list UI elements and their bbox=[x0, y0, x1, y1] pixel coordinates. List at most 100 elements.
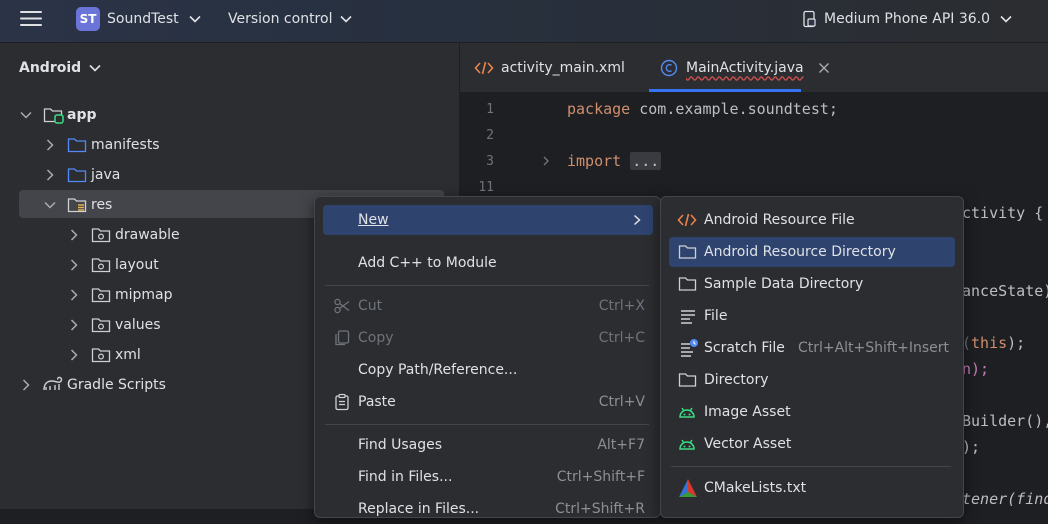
tree-item-java[interactable]: java bbox=[0, 161, 459, 189]
fold-expand-icon[interactable] bbox=[540, 155, 552, 167]
chevron-down-icon[interactable] bbox=[19, 108, 33, 122]
title-bar: ST SoundTest Version control Medium Phon… bbox=[0, 0, 1048, 43]
menu-separator bbox=[325, 285, 649, 286]
tab-label: MainActivity.java bbox=[686, 59, 804, 76]
menu-item-find-usages[interactable]: Find Usages Alt+F7 bbox=[323, 430, 653, 460]
device-selector[interactable]: Medium Phone API 36.0 bbox=[800, 0, 1012, 38]
menu-item-shortcut: Ctrl+X bbox=[598, 298, 645, 314]
chevron-down-icon[interactable] bbox=[43, 198, 57, 212]
java-class-icon bbox=[660, 59, 678, 77]
chevron-right-icon[interactable] bbox=[67, 228, 81, 242]
gradle-icon bbox=[42, 375, 63, 393]
menu-item-label: Android Resource Directory bbox=[704, 244, 896, 260]
device-icon bbox=[800, 10, 818, 28]
menu-item-paste[interactable]: Paste Ctrl+V bbox=[323, 387, 653, 417]
folder-icon bbox=[678, 275, 697, 293]
version-control-menu[interactable]: Version control bbox=[228, 0, 353, 38]
submenu-item-sample-data-directory[interactable]: Sample Data Directory bbox=[669, 269, 955, 299]
menu-item-replace-in-files[interactable]: Replace in Files... Ctrl+Shift+R bbox=[323, 494, 653, 524]
tree-item-manifests[interactable]: manifests bbox=[0, 131, 459, 159]
tree-item-label: java bbox=[91, 167, 121, 183]
android-icon bbox=[678, 435, 696, 453]
project-view-selector[interactable]: Android bbox=[19, 60, 101, 76]
project-view-label: Android bbox=[19, 60, 82, 76]
submenu-item-scratch-file[interactable]: Scratch File Ctrl+Alt+Shift+Insert bbox=[669, 333, 955, 363]
code-keyword: this bbox=[971, 334, 1008, 352]
chevron-down-icon bbox=[1000, 15, 1012, 23]
submenu-item-android-resource-directory[interactable]: Android Resource Directory bbox=[669, 237, 955, 267]
menu-item-label: Image Asset bbox=[704, 404, 791, 420]
menu-item-label: Find in Files... bbox=[358, 469, 453, 485]
line-number: 2 bbox=[486, 128, 494, 143]
package-folder-icon bbox=[91, 346, 111, 364]
code-fragment: n); bbox=[962, 360, 989, 378]
project-badge[interactable]: ST bbox=[76, 7, 100, 31]
code-line[interactable]: package com.example.soundtest; bbox=[567, 100, 838, 118]
active-tab-indicator bbox=[649, 89, 801, 92]
package-folder-icon bbox=[91, 286, 111, 304]
menu-item-label: CMakeLists.txt bbox=[704, 480, 807, 496]
submenu-item-directory[interactable]: Directory bbox=[669, 365, 955, 395]
new-submenu: Android Resource File Android Resource D… bbox=[660, 196, 964, 518]
tree-item-app[interactable]: app bbox=[0, 101, 459, 129]
chevron-right-icon[interactable] bbox=[43, 168, 57, 182]
folder-icon bbox=[67, 166, 87, 184]
menu-item-add-cpp-to-module[interactable]: Add C++ to Module bbox=[323, 248, 653, 278]
menu-item-copy-path-reference[interactable]: Copy Path/Reference... bbox=[323, 355, 653, 385]
code-keyword: import bbox=[567, 152, 622, 170]
folder-icon bbox=[678, 371, 697, 389]
menu-item-label: Vector Asset bbox=[704, 436, 792, 452]
tree-item-label: xml bbox=[115, 347, 141, 363]
menu-item-label: Directory bbox=[704, 372, 769, 388]
project-selector[interactable]: SoundTest bbox=[107, 0, 201, 38]
main-menu-icon[interactable] bbox=[14, 6, 48, 32]
chevron-down-icon bbox=[189, 15, 201, 23]
code-fragment: anceState) bbox=[962, 282, 1048, 300]
resource-folder-icon bbox=[67, 196, 87, 214]
line-number: 11 bbox=[478, 180, 494, 195]
chevron-right-icon[interactable] bbox=[67, 348, 81, 362]
menu-item-find-in-files[interactable]: Find in Files... Ctrl+Shift+F bbox=[323, 462, 653, 492]
chevron-down-icon bbox=[89, 64, 101, 72]
code-text: ); bbox=[1007, 334, 1026, 352]
menu-item-copy[interactable]: Copy Ctrl+C bbox=[323, 323, 653, 353]
submenu-item-vector-asset[interactable]: Vector Asset bbox=[669, 429, 955, 459]
chevron-right-icon[interactable] bbox=[67, 318, 81, 332]
code-text: com.example.soundtest; bbox=[630, 100, 838, 118]
chevron-right-icon[interactable] bbox=[19, 378, 33, 392]
menu-item-label: Sample Data Directory bbox=[704, 276, 864, 292]
tree-item-label: mipmap bbox=[115, 287, 173, 303]
menu-item-label: Add C++ to Module bbox=[358, 255, 497, 271]
code-fragment: tener(find bbox=[962, 490, 1048, 508]
submenu-item-android-resource-file[interactable]: Android Resource File bbox=[669, 205, 955, 235]
submenu-item-image-asset[interactable]: Image Asset bbox=[669, 397, 955, 427]
tree-item-label: Gradle Scripts bbox=[67, 377, 166, 393]
folder-icon bbox=[678, 243, 697, 261]
menu-item-label: Cut bbox=[358, 298, 383, 314]
scissors-icon bbox=[333, 297, 351, 315]
tree-item-label: res bbox=[91, 197, 113, 213]
tree-item-label: app bbox=[67, 107, 97, 123]
android-icon bbox=[678, 403, 696, 421]
module-folder-icon bbox=[43, 106, 64, 124]
code-line[interactable]: import ... bbox=[567, 152, 662, 170]
chevron-right-icon[interactable] bbox=[67, 258, 81, 272]
chevron-right-icon[interactable] bbox=[43, 138, 57, 152]
tree-item-label: layout bbox=[115, 257, 159, 273]
tab-main-activity-java[interactable]: MainActivity.java bbox=[660, 43, 830, 92]
code-text: n); bbox=[962, 360, 990, 378]
close-icon[interactable] bbox=[818, 62, 830, 74]
submenu-item-cmakelists[interactable]: CMakeLists.txt bbox=[669, 473, 955, 503]
scratch-file-icon bbox=[679, 338, 698, 357]
submenu-item-file[interactable]: File bbox=[669, 301, 955, 331]
folded-imports[interactable]: ... bbox=[630, 152, 662, 170]
menu-item-new[interactable]: New bbox=[323, 205, 653, 235]
menu-item-cut[interactable]: Cut Ctrl+X bbox=[323, 291, 653, 321]
menu-item-shortcut: Ctrl+Shift+F bbox=[556, 469, 645, 485]
menu-item-label: File bbox=[704, 308, 728, 324]
editor-tabs: activity_main.xml MainActivity.java bbox=[460, 43, 1048, 93]
menu-item-label: Copy bbox=[358, 330, 394, 346]
tab-activity-main-xml[interactable]: activity_main.xml bbox=[474, 43, 625, 92]
chevron-right-icon[interactable] bbox=[67, 288, 81, 302]
xml-file-icon bbox=[474, 60, 494, 76]
